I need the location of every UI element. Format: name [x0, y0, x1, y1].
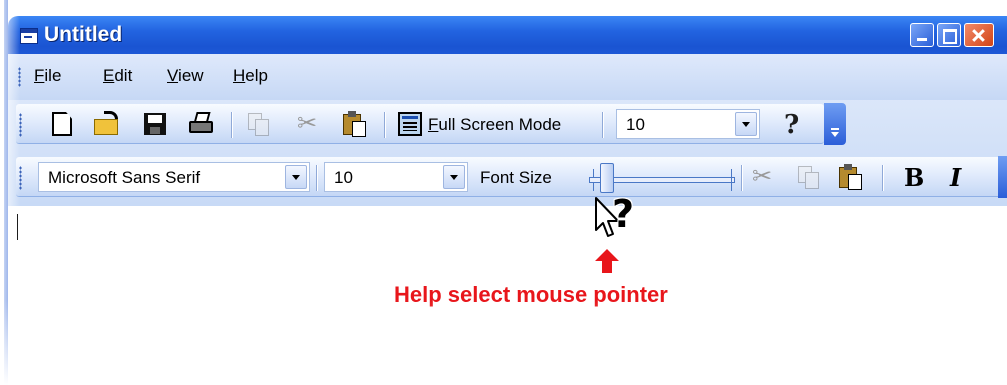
font-name-value: Microsoft Sans Serif	[48, 168, 201, 187]
cut-icon[interactable]: ✂	[294, 109, 320, 137]
toolbar-overflow-button[interactable]	[824, 103, 846, 145]
format-toolbar: Microsoft Sans Serif 10 Font Size ✂ B I	[16, 156, 1007, 198]
format-toolbar-grip[interactable]	[19, 166, 22, 190]
bold-button[interactable]: B	[904, 163, 930, 192]
slider-tick	[731, 169, 732, 191]
font-size-label: Font Size	[480, 168, 552, 187]
help-question-mark-icon: ?	[612, 192, 635, 236]
menu-edit-mnemonic: E	[103, 66, 115, 85]
toolbar-separator	[316, 165, 317, 191]
menu-grip[interactable]	[18, 67, 21, 87]
arrow-up-icon	[595, 249, 619, 273]
menu-edit[interactable]: Edit	[103, 66, 132, 86]
toolbar-separator	[882, 165, 883, 191]
font-name-combo[interactable]: Microsoft Sans Serif	[38, 162, 310, 192]
help-icon[interactable]: ?	[784, 110, 810, 140]
menu-view[interactable]: View	[167, 66, 204, 86]
toolbar-separator	[231, 112, 232, 138]
chevron-down-icon[interactable]	[735, 112, 757, 136]
copy-icon[interactable]	[246, 111, 272, 137]
open-icon[interactable]	[94, 111, 120, 137]
standard-toolbar: ✂ Full Screen Mode 10 ?	[16, 103, 846, 145]
menu-bar	[8, 54, 1007, 100]
annotation-caption: Help select mouse pointer	[394, 282, 668, 307]
zoom-combo[interactable]: 10	[616, 109, 760, 139]
app-icon[interactable]	[20, 28, 38, 44]
title-bar[interactable]: Untitled	[8, 16, 1007, 54]
paste-icon[interactable]	[342, 111, 368, 137]
font-size-slider-thumb[interactable]	[600, 163, 614, 193]
chevron-down-icon[interactable]	[285, 165, 307, 189]
cut-icon[interactable]: ✂	[752, 162, 778, 190]
full-screen-icon[interactable]	[398, 112, 422, 136]
window-title: Untitled	[44, 23, 123, 46]
toolbar-grip[interactable]	[19, 113, 22, 137]
italic-button[interactable]: I	[950, 163, 976, 192]
menu-file-mnemonic: F	[34, 66, 45, 85]
menu-file-label: ile	[44, 66, 62, 85]
maximize-button[interactable]	[937, 23, 961, 47]
toolbar-separator	[602, 112, 603, 138]
save-icon[interactable]	[144, 113, 166, 135]
menu-view-mnemonic: V	[167, 66, 179, 85]
menu-edit-label: dit	[114, 66, 133, 85]
menu-help-label: elp	[245, 66, 268, 85]
close-button[interactable]	[964, 23, 994, 47]
minimize-button[interactable]	[910, 23, 934, 47]
chevron-down-icon[interactable]	[443, 165, 465, 189]
font-size-value: 10	[334, 168, 353, 187]
menu-view-label: iew	[178, 66, 204, 85]
full-screen-mode-button[interactable]: Full Screen Mode	[428, 115, 561, 135]
toolbar-separator	[741, 165, 742, 191]
toolbar-separator	[384, 112, 385, 138]
menu-help[interactable]: Help	[233, 66, 268, 86]
format-toolbar-overflow-button[interactable]	[998, 156, 1007, 198]
paste-icon[interactable]	[838, 164, 864, 190]
text-caret	[17, 214, 18, 240]
copy-icon[interactable]	[796, 164, 822, 190]
full-screen-mnemonic: F	[428, 115, 439, 134]
zoom-value: 10	[626, 115, 645, 134]
new-icon[interactable]	[52, 112, 72, 136]
print-icon[interactable]	[188, 111, 214, 137]
application-window: Untitled File Edit View Help ✂ Full Scre…	[4, 0, 1007, 385]
menu-help-mnemonic: H	[233, 66, 246, 85]
menu-file[interactable]: File	[34, 66, 61, 86]
full-screen-label: ull Screen Mode	[438, 115, 562, 134]
font-size-combo[interactable]: 10	[324, 162, 468, 192]
